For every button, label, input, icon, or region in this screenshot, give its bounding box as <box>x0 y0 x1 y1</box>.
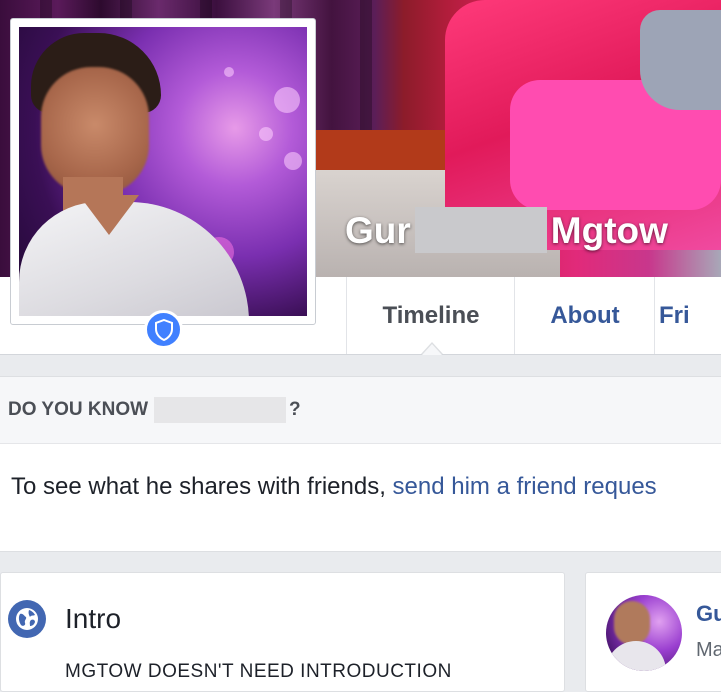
tab-friends[interactable]: Fri <box>654 277 721 354</box>
send-friend-request-link[interactable]: send him a friend reques <box>393 473 657 500</box>
heading-suffix: ? <box>289 399 301 420</box>
profile-name-first: Gur <box>345 210 411 251</box>
tab-about[interactable]: About <box>514 277 655 354</box>
redacted-name <box>414 207 547 253</box>
right-card-name[interactable]: Gu <box>696 601 721 627</box>
intro-card: Intro MGTOW DOESN'T NEED INTRODUCTION <box>0 572 565 692</box>
right-card-subtitle: Ma <box>696 639 721 661</box>
profile-photo <box>19 27 307 316</box>
profile-name-last: Mgtow <box>550 210 668 251</box>
globe-icon <box>8 600 46 638</box>
friend-request-text: To see what he shares with friends, send… <box>11 473 657 501</box>
redacted-name <box>154 397 287 423</box>
profile-guard-badge[interactable] <box>144 310 183 349</box>
heading-text: DO YOU KNOW <box>8 399 149 420</box>
active-tab-indicator <box>421 342 443 355</box>
friend-request-heading: DO YOU KNOW? <box>0 377 721 444</box>
friend-request-card: DO YOU KNOW? To see what he shares with … <box>0 376 721 552</box>
friend-request-message: To see what he shares with friends, <box>11 473 386 500</box>
intro-bio: MGTOW DOESN'T NEED INTRODUCTION <box>65 661 452 682</box>
avatar[interactable] <box>606 595 682 671</box>
intro-title: Intro <box>65 603 122 634</box>
profile-picture[interactable] <box>10 18 316 325</box>
profile-name[interactable]: Gur Mgtow <box>345 207 668 253</box>
shield-icon <box>154 318 173 341</box>
right-profile-card: Gu Ma <box>585 572 721 692</box>
